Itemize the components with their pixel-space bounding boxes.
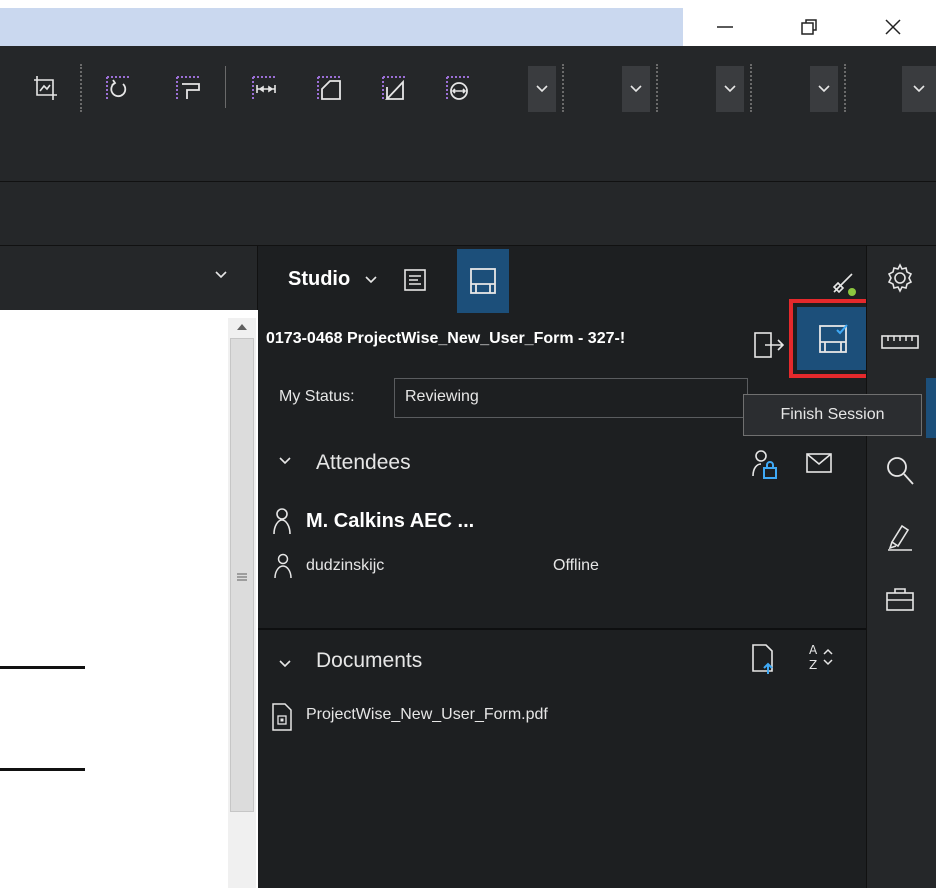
pen-markup-icon[interactable]: [884, 520, 916, 554]
title-bar-strip: [0, 8, 683, 46]
leave-session-icon[interactable]: [752, 330, 786, 360]
toolbox-icon[interactable]: [884, 584, 916, 614]
chevron-down-icon: [535, 84, 549, 94]
document-header: [0, 246, 258, 310]
dropdown-3[interactable]: [716, 66, 744, 112]
section-divider: [258, 628, 866, 630]
toolbar-separator: [656, 64, 658, 112]
pdf-file-icon: [270, 702, 294, 732]
dropdown-1[interactable]: [528, 66, 556, 112]
session-icon: [468, 266, 498, 296]
toolbar-separator: [750, 64, 752, 112]
minimize-icon: [714, 16, 736, 38]
svg-text:Z: Z: [809, 658, 817, 672]
chevron-down-icon[interactable]: [278, 456, 292, 466]
minimize-button[interactable]: [683, 8, 767, 46]
form-line: [0, 666, 85, 669]
flip-icon: [173, 73, 203, 103]
perimeter-icon: [379, 73, 409, 103]
my-status-label: My Status:: [279, 388, 355, 405]
attendees-heading[interactable]: Attendees: [316, 451, 411, 475]
highlight-box: [789, 299, 878, 378]
toolbar-separator: [80, 64, 82, 112]
restore-icon: [798, 16, 820, 38]
circle-measure-icon: [443, 73, 473, 103]
ribbon-toolbar: [0, 46, 936, 182]
chevron-down-icon[interactable]: [214, 270, 228, 280]
session-tab-button[interactable]: [457, 249, 509, 313]
my-status-select[interactable]: Reviewing: [394, 378, 748, 418]
chevron-down-icon[interactable]: [364, 275, 378, 285]
attendee-name: dudzinskijc: [306, 557, 385, 574]
dropdown-5[interactable]: [902, 66, 936, 112]
disconnect-icon[interactable]: [828, 268, 858, 298]
circle-measure-button[interactable]: [440, 68, 476, 108]
attendee-name: M. Calkins AEC ...: [306, 510, 475, 532]
rotate-tool-button[interactable]: [100, 68, 136, 108]
gear-icon[interactable]: [884, 262, 916, 294]
document-file-name[interactable]: ProjectWise_New_User_Form.pdf: [306, 706, 548, 724]
secondary-toolbar: [0, 182, 936, 246]
ruler-icon[interactable]: [880, 330, 920, 354]
svg-text:A: A: [809, 643, 818, 657]
chevron-down-icon: [912, 84, 926, 94]
active-indicator: [926, 378, 936, 438]
dropdown-4[interactable]: [810, 66, 838, 112]
upload-document-icon[interactable]: [748, 642, 778, 676]
measure-length-button[interactable]: [246, 68, 282, 108]
toolbar-separator: [225, 66, 226, 108]
user-icon: [270, 506, 294, 536]
finish-session-tooltip: Finish Session: [743, 394, 922, 436]
restore-button[interactable]: [767, 8, 851, 46]
toolbar-separator: [844, 64, 846, 112]
chevron-down-icon: [629, 84, 643, 94]
area-icon: [314, 73, 344, 103]
area-tool-button[interactable]: [311, 68, 347, 108]
measure-length-icon: [249, 73, 279, 103]
lock-user-icon[interactable]: [748, 448, 780, 482]
document-list-icon[interactable]: [402, 267, 428, 293]
user-icon: [272, 552, 294, 580]
crop-icon: [32, 74, 60, 102]
chevron-down-icon: [817, 84, 831, 94]
rotate-icon: [103, 73, 133, 103]
attendee-status: Offline: [553, 557, 599, 574]
scroll-up-icon[interactable]: [236, 322, 248, 332]
close-button[interactable]: [851, 8, 935, 46]
chevron-down-icon: [723, 84, 737, 94]
toolbar-separator: [562, 64, 564, 112]
search-icon[interactable]: [884, 454, 916, 488]
session-title: 0173-0468 ProjectWise_New_User_Form - 32…: [266, 330, 626, 347]
form-line: [0, 768, 85, 771]
flip-tool-button[interactable]: [170, 68, 206, 108]
close-icon: [882, 16, 904, 38]
chevron-down-icon[interactable]: [278, 659, 292, 669]
perimeter-tool-button[interactable]: [376, 68, 412, 108]
documents-heading[interactable]: Documents: [316, 649, 422, 673]
dropdown-2[interactable]: [622, 66, 650, 112]
mail-icon[interactable]: [804, 450, 834, 476]
sort-az-icon[interactable]: AZ: [806, 640, 836, 674]
grip-icon: [235, 570, 249, 584]
studio-menu-label[interactable]: Studio: [288, 268, 350, 291]
document-view[interactable]: [0, 246, 258, 888]
crop-tool-button[interactable]: [28, 68, 64, 108]
